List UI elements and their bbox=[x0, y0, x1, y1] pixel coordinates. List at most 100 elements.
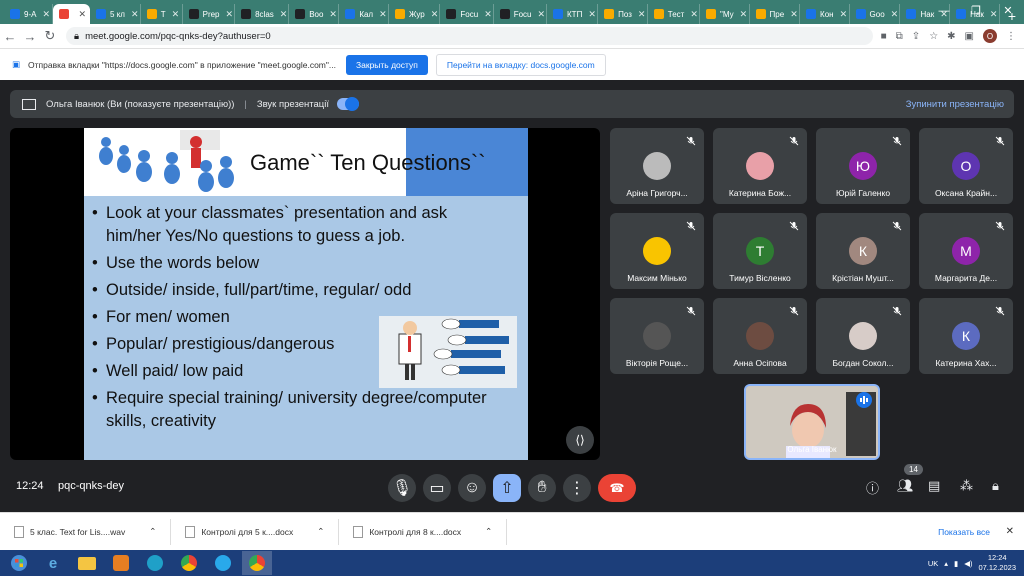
participant-tile[interactable]: К Катерина Хах... bbox=[919, 298, 1013, 374]
browser-tab[interactable]: Кал ✕ bbox=[339, 4, 390, 24]
show-all-downloads-link[interactable]: Показать все bbox=[938, 527, 990, 537]
translate-icon[interactable]: ⧉ bbox=[896, 31, 903, 42]
tab-close-icon[interactable]: ✕ bbox=[740, 9, 748, 20]
close-downloads-icon[interactable]: ✕ bbox=[1006, 526, 1014, 537]
browser-tab[interactable]: Boo ✕ bbox=[289, 4, 340, 24]
tab-close-icon[interactable]: ✕ bbox=[638, 9, 646, 20]
participant-tile[interactable]: Вікторія Роще... bbox=[610, 298, 704, 374]
tab-close-icon[interactable]: ✕ bbox=[431, 9, 439, 20]
chevron-up-icon[interactable]: ⌃ bbox=[149, 526, 156, 537]
maximize-icon[interactable]: ❐ bbox=[960, 0, 992, 24]
browser-tab[interactable]: 8clas ✕ bbox=[235, 4, 290, 24]
browser-tab[interactable]: Кон ✕ bbox=[800, 4, 850, 24]
participant-tile[interactable]: Катерина Бож... bbox=[713, 128, 807, 204]
participant-tile[interactable]: Максим Мінько bbox=[610, 213, 704, 289]
ie-taskbar-icon[interactable]: e bbox=[38, 551, 68, 575]
present-button[interactable]: ⇧ bbox=[493, 474, 521, 502]
bookmark-star-icon[interactable]: ☆ bbox=[929, 31, 938, 42]
chrome-active-taskbar-icon[interactable] bbox=[242, 551, 272, 575]
tab-close-icon[interactable]: ✕ bbox=[79, 9, 87, 20]
stop-sharing-button[interactable]: Закрыть доступ bbox=[346, 54, 428, 75]
download-item[interactable]: Контролі для 5 к....docx ⌃ bbox=[171, 518, 340, 545]
browser-tab[interactable]: 9-А ✕ bbox=[4, 4, 53, 24]
reactions-button[interactable]: ☺ bbox=[458, 474, 486, 502]
network-icon[interactable]: ▮ bbox=[954, 559, 958, 568]
tab-close-icon[interactable]: ✕ bbox=[131, 9, 139, 20]
close-window-icon[interactable]: ✕ bbox=[992, 0, 1024, 24]
browser-tab[interactable]: Т ✕ bbox=[141, 4, 183, 24]
forward-icon[interactable]: → bbox=[20, 29, 40, 44]
share-icon[interactable]: ⇪ bbox=[912, 31, 920, 42]
more-options-button[interactable]: ⋮ bbox=[563, 474, 591, 502]
chrome-taskbar-icon[interactable] bbox=[174, 551, 204, 575]
download-item[interactable]: Контролі для 8 к....docx ⌃ bbox=[339, 518, 508, 545]
tab-close-icon[interactable]: ✕ bbox=[891, 9, 899, 20]
sidepanel-icon[interactable]: ▣ bbox=[965, 31, 974, 42]
tab-close-icon[interactable]: ✕ bbox=[484, 9, 492, 20]
participant-tile[interactable]: О Оксана Крайн... bbox=[919, 128, 1013, 204]
tray-arrow-icon[interactable]: ▴ bbox=[944, 559, 948, 568]
profile-avatar[interactable]: О bbox=[983, 29, 997, 43]
browser-tab[interactable]: Focu ✕ bbox=[440, 4, 494, 24]
start-button[interactable] bbox=[4, 551, 34, 575]
volume-icon[interactable]: ◀) bbox=[964, 559, 972, 568]
participant-tile[interactable]: Ю Юрій Галенко bbox=[816, 128, 910, 204]
tab-close-icon[interactable]: ✕ bbox=[538, 9, 546, 20]
participant-tile[interactable]: К Крістіан Мушт... bbox=[816, 213, 910, 289]
tab-close-icon[interactable]: ✕ bbox=[42, 9, 50, 20]
browser-tab[interactable]: ✕ bbox=[52, 4, 91, 24]
minimize-icon[interactable]: — bbox=[928, 0, 960, 24]
chevron-up-icon[interactable]: ⌃ bbox=[317, 526, 324, 537]
activities-icon[interactable]: ⁂ bbox=[960, 478, 973, 494]
tab-close-icon[interactable]: ✕ bbox=[840, 9, 848, 20]
browser-tab[interactable]: Focu ✕ bbox=[494, 4, 548, 24]
browser-tab[interactable]: Жур ✕ bbox=[389, 4, 441, 24]
menu-kebab-icon[interactable]: ⋮ bbox=[1006, 31, 1016, 42]
participant-tile[interactable]: Аріна Григорч... bbox=[610, 128, 704, 204]
tab-close-icon[interactable]: ✕ bbox=[172, 9, 180, 20]
tab-close-icon[interactable]: ✕ bbox=[280, 9, 288, 20]
media-player-taskbar-icon[interactable] bbox=[106, 551, 136, 575]
participant-tile[interactable]: Анна Осіпова bbox=[713, 298, 807, 374]
extensions-icon[interactable]: ✱ bbox=[947, 31, 955, 42]
browser-tab[interactable]: "Му ✕ bbox=[700, 4, 750, 24]
browser-tab[interactable]: 5 кл ✕ bbox=[90, 4, 141, 24]
participant-tile[interactable]: Т Тимур Вісленко bbox=[713, 213, 807, 289]
info-icon[interactable]: ⓘ bbox=[866, 478, 879, 497]
stop-presenting-button[interactable]: Зупинити презентацію bbox=[906, 99, 1004, 110]
self-view-tile[interactable]: Ольга Іванюк bbox=[744, 384, 880, 460]
leave-call-button[interactable]: ☎︎ bbox=[598, 474, 636, 502]
camera-button[interactable]: ▭ bbox=[423, 474, 451, 502]
switch-tab-button[interactable]: Перейти на вкладку: docs.google.com bbox=[435, 53, 606, 76]
chevron-up-icon[interactable]: ⌃ bbox=[485, 526, 492, 537]
participant-tile[interactable]: М Маргарита Де... bbox=[919, 213, 1013, 289]
tab-close-icon[interactable]: ✕ bbox=[690, 9, 698, 20]
browser-tab[interactable]: Goo ✕ bbox=[850, 4, 901, 24]
tab-close-icon[interactable]: ✕ bbox=[379, 9, 387, 20]
presentation-audio-toggle[interactable] bbox=[336, 97, 359, 111]
browser-tab[interactable]: Prep ✕ bbox=[183, 4, 236, 24]
reload-icon[interactable]: ↻ bbox=[40, 28, 60, 44]
back-icon[interactable]: ← bbox=[0, 29, 20, 44]
edge-taskbar-icon[interactable] bbox=[140, 551, 170, 575]
browser-tab[interactable]: Тест ✕ bbox=[648, 4, 700, 24]
language-indicator[interactable]: UK bbox=[928, 559, 938, 568]
people-icon[interactable]: 👥︎ bbox=[897, 478, 914, 494]
tab-close-icon[interactable]: ✕ bbox=[790, 9, 798, 20]
raise-hand-button[interactable]: ✋︎ bbox=[528, 474, 556, 502]
tab-close-icon[interactable]: ✕ bbox=[329, 9, 337, 20]
url-field[interactable]: 🔒︎ meet.google.com/pqc-qnks-dey?authuser… bbox=[66, 27, 873, 45]
browser-tab[interactable]: Поз ✕ bbox=[598, 4, 648, 24]
clock[interactable]: 12:24 07.12.2023 bbox=[978, 553, 1016, 573]
browser-tab[interactable]: КТП ✕ bbox=[547, 4, 599, 24]
camera-icon[interactable]: ■ bbox=[881, 31, 887, 42]
host-controls-icon[interactable]: 🔒︎ bbox=[992, 478, 999, 494]
share-icon[interactable]: ⟨⟩ bbox=[566, 426, 594, 454]
file-explorer-taskbar-icon[interactable] bbox=[72, 551, 102, 575]
download-item[interactable]: 5 клас. Text for Lis....wav ⌃ bbox=[0, 518, 172, 545]
chat-icon[interactable]: ▤ bbox=[928, 478, 940, 494]
mic-button[interactable]: 🎙︎ bbox=[388, 474, 416, 502]
tab-close-icon[interactable]: ✕ bbox=[588, 9, 596, 20]
browser-tab[interactable]: Пре ✕ bbox=[750, 4, 801, 24]
telegram-taskbar-icon[interactable] bbox=[208, 551, 238, 575]
